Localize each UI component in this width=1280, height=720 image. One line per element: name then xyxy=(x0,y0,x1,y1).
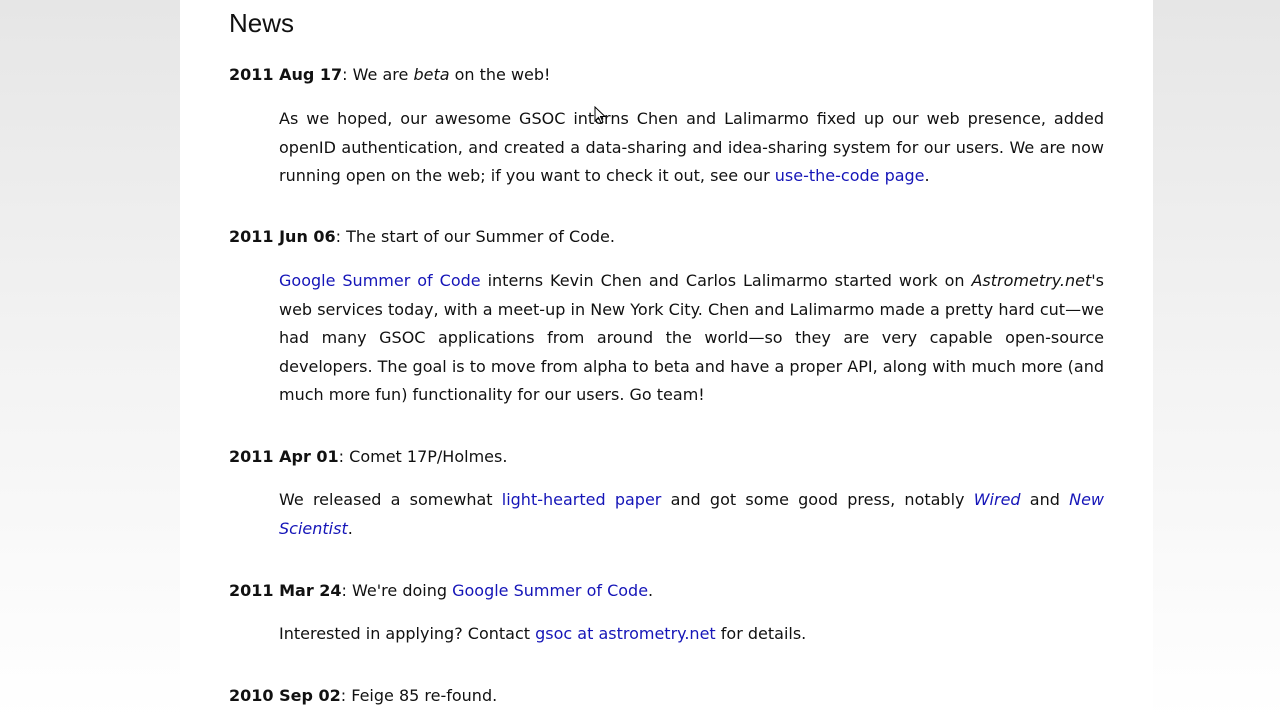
body-emphasis: Astrometry.net xyxy=(971,271,1092,290)
body-text: As we hoped, our awesome GSOC interns Ch… xyxy=(279,109,1104,185)
google-summer-of-code-link[interactable]: Google Summer of Code xyxy=(279,271,481,290)
date-separator: : xyxy=(340,686,352,705)
news-item-heading: 2011 Apr 01: Comet 17P/Holmes. xyxy=(229,446,507,468)
body-text: Interested in applying? Contact xyxy=(279,624,536,643)
body-text: and xyxy=(1020,490,1070,509)
gsoc-email-link[interactable]: gsoc at astrometry.net xyxy=(535,624,716,643)
light-hearted-paper-link[interactable]: light-hearted paper xyxy=(502,490,662,509)
date-separator: : xyxy=(335,227,347,246)
body-text: We released a somewhat xyxy=(279,490,502,509)
body-text: for details. xyxy=(715,624,807,643)
page-title: News xyxy=(229,8,295,38)
body-text: 's web services today, with a meet-up in… xyxy=(279,271,1104,404)
news-item-heading: 2011 Aug 17: We are beta on the web! xyxy=(229,64,550,86)
heading-text: on the web! xyxy=(449,65,551,84)
heading-text: We are xyxy=(352,65,414,84)
google-summer-of-code-link[interactable]: Google Summer of Code xyxy=(452,581,648,600)
news-item-body: Interested in applying? Contact gsoc at … xyxy=(279,620,1104,649)
body-text: . xyxy=(924,166,930,185)
news-item-date: 2010 Sep 02 xyxy=(229,686,341,705)
date-separator: : xyxy=(338,447,350,466)
heading-emphasis: beta xyxy=(413,65,450,84)
wired-link-text: Wired xyxy=(973,490,1021,509)
date-separator: : xyxy=(341,581,353,600)
heading-text: Comet 17P/Holmes. xyxy=(349,447,508,466)
news-item-date: 2011 Apr 01 xyxy=(229,447,339,466)
news-item-body: Google Summer of Code interns Kevin Chen… xyxy=(279,267,1104,410)
news-item-heading: 2011 Mar 24: We're doing Google Summer o… xyxy=(229,580,653,602)
heading-text: We're doing xyxy=(352,581,453,600)
heading-text: The start of our Summer of Code. xyxy=(346,227,615,246)
heading-text: Feige 85 re-found. xyxy=(351,686,498,705)
body-text: interns Kevin Chen and Carlos Lalimarmo … xyxy=(480,271,972,290)
body-text: and got some good press, notably xyxy=(661,490,974,509)
mouse-pointer-icon xyxy=(594,106,606,124)
date-separator: : xyxy=(342,65,353,84)
wired-link[interactable]: Wired xyxy=(974,490,1021,509)
news-item-heading: 2011 Jun 06: The start of our Summer of … xyxy=(229,226,615,248)
news-item-heading: 2010 Sep 02: Feige 85 re-found. xyxy=(229,685,497,707)
news-item-date: 2011 Aug 17 xyxy=(229,65,343,84)
body-text: . xyxy=(347,518,353,538)
page-panel: News 2011 Aug 17: We are beta on the web… xyxy=(180,0,1153,720)
news-item-body: We released a somewhat light-hearted pap… xyxy=(279,486,1104,543)
heading-text: . xyxy=(648,581,654,600)
use-the-code-link[interactable]: use-the-code page xyxy=(775,166,925,185)
news-item-date: 2011 Mar 24 xyxy=(229,581,342,600)
news-item-date: 2011 Jun 06 xyxy=(229,227,336,246)
news-item-body: As we hoped, our awesome GSOC interns Ch… xyxy=(279,105,1104,191)
